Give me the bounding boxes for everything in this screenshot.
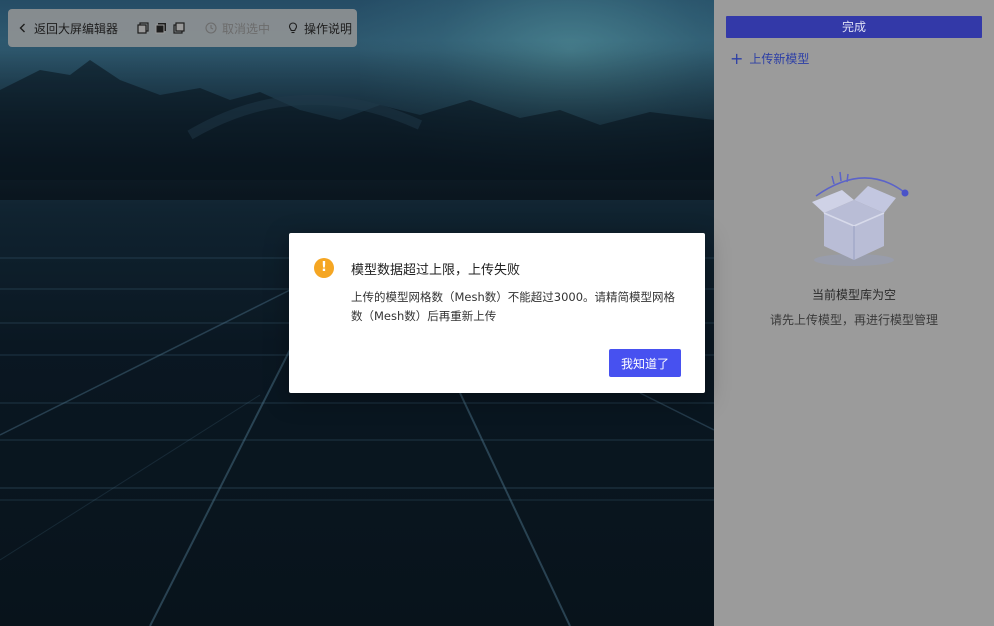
cancel-select-button[interactable]: 取消选中	[204, 20, 270, 37]
warning-icon: !	[314, 258, 334, 278]
lightbulb-icon	[286, 21, 300, 35]
duplicate-icon[interactable]	[173, 21, 185, 35]
done-button[interactable]: 完成	[726, 16, 982, 38]
upload-model-link[interactable]: + 上传新模型	[730, 50, 809, 67]
help-label: 操作说明	[304, 21, 353, 36]
plus-icon: +	[730, 48, 744, 68]
upload-model-label: 上传新模型	[749, 52, 810, 66]
editor-toolbar: 返回大屏编辑器 取消选中 操作说明	[8, 9, 357, 47]
upload-error-dialog: ! 模型数据超过上限，上传失败 上传的模型网格数（Mesh数）不能超过3000。…	[289, 233, 705, 393]
dialog-title: 模型数据超过上限，上传失败	[351, 263, 521, 278]
empty-state-title: 当前模型库为空	[811, 288, 896, 302]
clock-icon	[204, 21, 218, 35]
empty-state-subtitle: 请先上传模型，再进行模型管理	[769, 313, 938, 327]
cancel-select-label: 取消选中	[222, 21, 271, 36]
chevron-left-icon	[16, 21, 30, 35]
help-button[interactable]: 操作说明	[286, 20, 352, 37]
back-button[interactable]: 返回大屏编辑器	[16, 20, 118, 37]
layers-icon[interactable]	[155, 21, 167, 35]
empty-box-illustration	[804, 168, 914, 272]
copy-icon[interactable]	[137, 21, 149, 35]
model-library-panel: 完成 + 上传新模型 当前模型库为空 请先上传模型，再进行模型管理	[714, 0, 994, 626]
back-button-label: 返回大屏编辑器	[34, 21, 119, 36]
dialog-description: 上传的模型网格数（Mesh数）不能超过3000。请精简模型网格数（Mesh数）后…	[351, 290, 676, 323]
acknowledge-button[interactable]: 我知道了	[609, 349, 681, 377]
